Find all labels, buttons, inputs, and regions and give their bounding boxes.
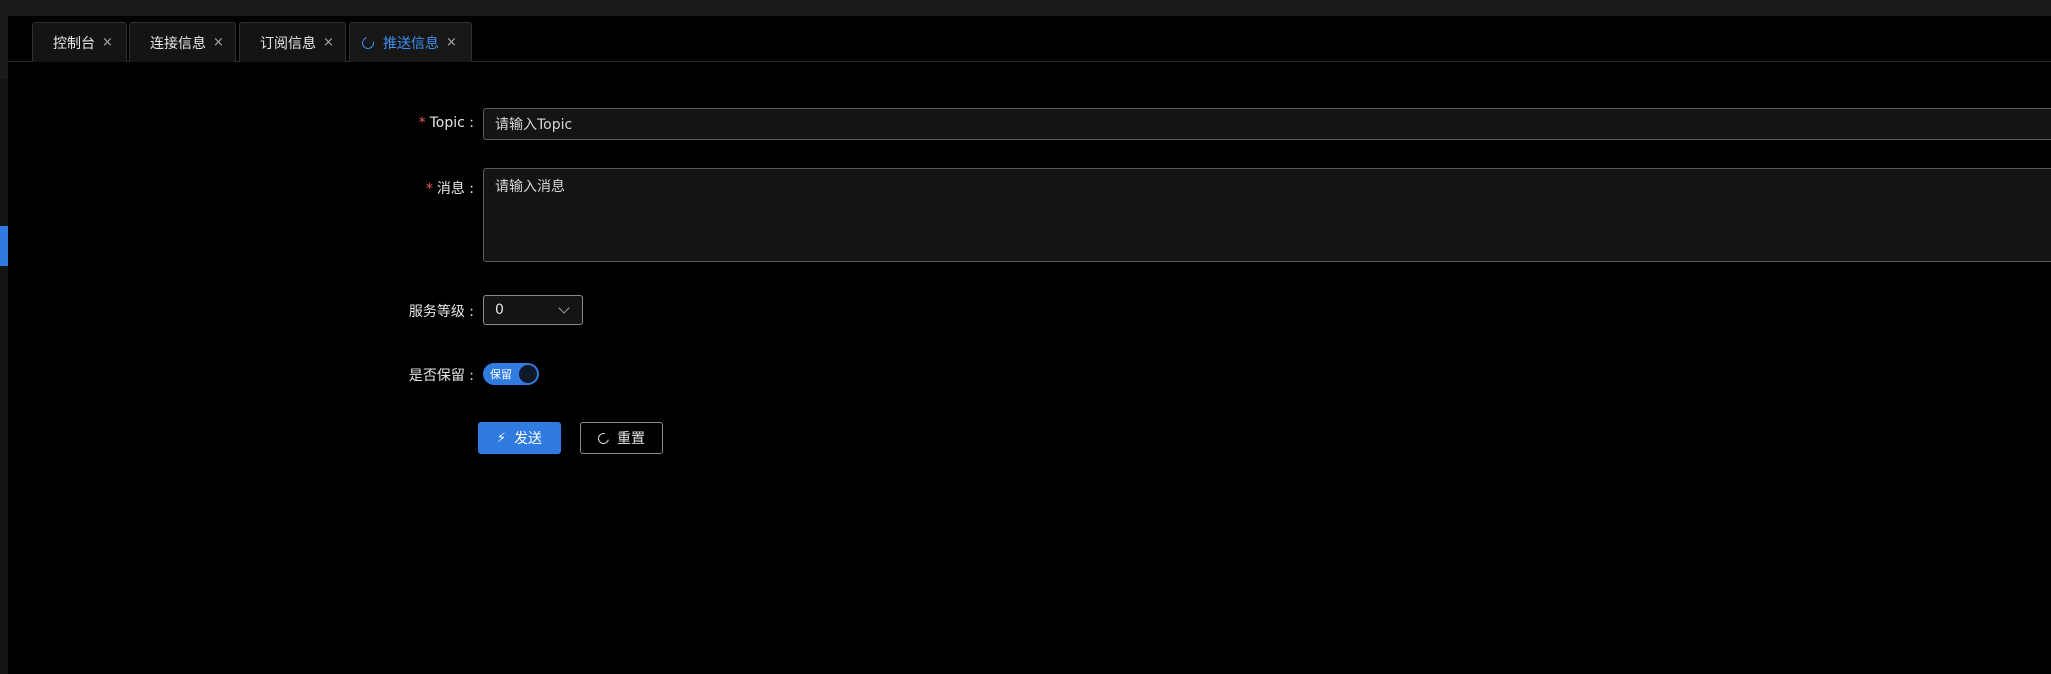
message-placeholder: 请输入消息 — [495, 179, 565, 195]
sidebar-active-marker[interactable] — [0, 226, 8, 266]
close-icon[interactable]: × — [446, 36, 457, 49]
retain-toggle[interactable]: 保留 — [483, 363, 539, 385]
lightning-icon: ⚡︎ — [496, 430, 507, 446]
tab-label: 控制台 — [53, 35, 95, 52]
topic-placeholder: 请输入Topic — [495, 117, 573, 133]
required-mark: * — [425, 181, 433, 197]
topic-label: * Topic : — [418, 115, 474, 131]
qos-select[interactable]: 0 — [483, 295, 583, 325]
reset-button-label: 重置 — [617, 431, 645, 447]
close-icon[interactable]: × — [213, 36, 224, 49]
message-label: * 消息 : — [425, 181, 474, 197]
send-button-label: 发送 — [514, 431, 543, 447]
tab-console[interactable]: 控制台 × — [32, 22, 127, 62]
tab-subscription-info[interactable]: 订阅信息 × — [239, 22, 346, 62]
reset-button[interactable]: 重置 — [580, 422, 663, 454]
tab-label: 推送信息 — [383, 35, 439, 52]
chevron-down-icon — [558, 301, 570, 314]
close-icon[interactable]: × — [102, 36, 113, 49]
retain-label: 是否保留 : — [408, 368, 474, 384]
toggle-knob — [519, 365, 537, 383]
tab-connection-info[interactable]: 连接信息 × — [129, 22, 236, 62]
tab-label: 连接信息 — [150, 35, 206, 52]
qos-label: 服务等级 : — [408, 304, 474, 320]
tab-publish-info[interactable]: 推送信息 × — [349, 22, 472, 62]
qos-value: 0 — [495, 302, 504, 318]
required-mark: * — [418, 115, 426, 131]
loading-icon — [359, 34, 377, 51]
retain-toggle-text: 保留 — [490, 368, 512, 381]
topic-input[interactable]: 请输入Topic — [483, 108, 2051, 140]
send-button[interactable]: ⚡︎ 发送 — [478, 422, 561, 454]
left-sidebar — [0, 16, 8, 674]
tab-label: 订阅信息 — [260, 35, 316, 52]
window-top-bar — [0, 0, 2051, 16]
refresh-icon — [595, 430, 612, 446]
close-icon[interactable]: × — [323, 36, 334, 49]
tab-bar: 控制台 × 连接信息 × 订阅信息 × 推送信息 × — [8, 16, 2051, 62]
sidebar-header-block — [0, 16, 8, 79]
message-textarea[interactable]: 请输入消息 — [483, 168, 2051, 262]
